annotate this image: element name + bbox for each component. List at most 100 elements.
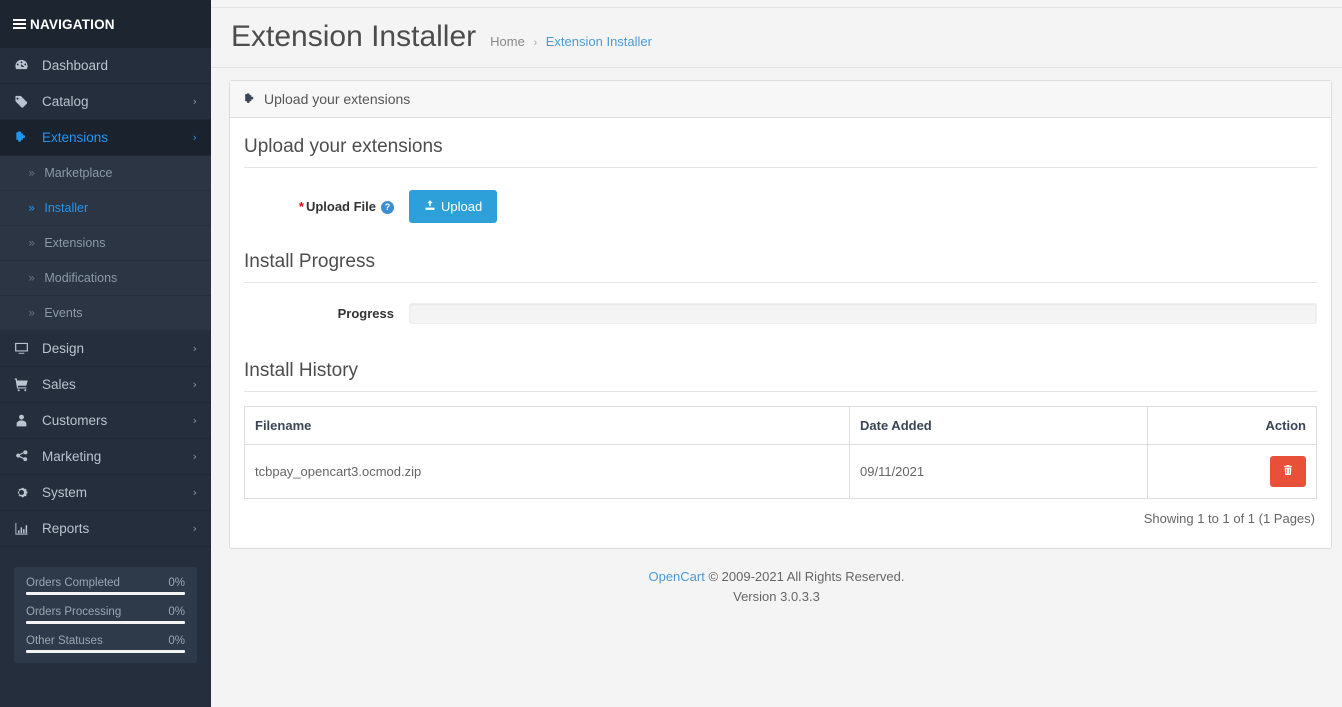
double-chevron-icon: » [28,271,36,285]
sidebar: NAVIGATION Dashboard Catalog › Extension… [0,0,211,707]
card-header-title: Upload your extensions [264,91,411,107]
sidebar-subitem-extensions[interactable]: » Extensions [0,226,211,261]
cell-filename: tcbpay_opencart3.ocmod.zip [244,444,850,499]
stat-bar-orders-processing [26,621,185,624]
upload-button[interactable]: Upload [409,190,498,223]
chevron-right-icon: › [192,95,197,108]
upload-icon [424,199,436,214]
table-row: tcbpay_opencart3.ocmod.zip 09/11/2021 [244,444,1317,499]
sidebar-item-sales[interactable]: Sales › [0,367,211,403]
install-progress-row: Progress [244,297,1317,328]
sidebar-item-extensions[interactable]: Extensions › [0,120,211,156]
card-body: Upload your extensions * Upload File? Upl… [230,118,1331,548]
breadcrumb-current[interactable]: Extension Installer [546,34,652,49]
chevron-right-icon: › [192,378,197,391]
main-content: Extension Installer Home › Extension Ins… [211,0,1342,707]
footer-copyright-line: OpenCart © 2009-2021 All Rights Reserved… [211,567,1342,587]
chart-bar-icon [14,521,34,536]
top-bar [211,0,1342,8]
install-history-table: Filename Date Added Action tcbpay_openca… [244,406,1317,499]
table-header-row: Filename Date Added Action [244,406,1317,445]
stat-bar-orders-completed [26,592,185,595]
sidebar-subitem-label: Events [44,306,83,320]
sidebar-item-label: Customers [42,413,108,428]
stat-label: Orders Processing [26,606,122,618]
extension-installer-card: Upload your extensions Upload your exten… [229,80,1332,549]
sidebar-item-label: System [42,485,88,500]
chevron-right-icon: › [192,450,197,463]
progress-section-legend: Install Progress [244,241,1317,283]
chevron-right-icon: › [192,486,197,499]
upload-section-legend: Upload your extensions [244,126,1317,168]
sidebar-subitem-events[interactable]: » Events [0,296,211,331]
delete-button[interactable] [1270,456,1306,487]
sidebar-item-label: Reports [42,521,90,536]
sidebar-item-label: Design [42,341,85,356]
puzzle-icon [243,92,257,106]
sidebar-subitem-label: Marketplace [44,166,113,180]
sidebar-item-label: Catalog [42,94,89,109]
sidebar-item-dashboard[interactable]: Dashboard [0,48,211,84]
footer-version: Version 3.0.3.3 [733,588,820,604]
chevron-right-icon: › [192,522,197,535]
card-header: Upload your extensions [230,81,1331,118]
stat-row-orders-completed: Orders Completed 0% [26,577,185,592]
trash-icon [1282,464,1294,479]
breadcrumb-home[interactable]: Home [490,34,525,49]
sidebar-subitem-installer[interactable]: » Installer [0,191,211,226]
stat-row-orders-processing: Orders Processing 0% [26,606,185,621]
footer-copyright: © 2009-2021 All Rights Reserved. [708,569,905,584]
breadcrumb-separator: › [533,37,538,49]
sidebar-subitem-marketplace[interactable]: » Marketplace [0,156,211,191]
progress-label: Progress [337,306,394,321]
sidebar-order-stats: Orders Completed 0% Orders Processing 0%… [14,567,197,663]
required-marker: * [298,199,304,214]
column-header-action: Action [1147,406,1317,445]
sidebar-item-marketing[interactable]: Marketing › [0,439,211,475]
tag-icon [14,94,34,109]
sidebar-subitem-label: Installer [44,201,89,215]
opencart-link[interactable]: OpenCart [648,569,704,584]
column-header-filename: Filename [244,406,850,445]
stat-row-other-statuses: Other Statuses 0% [26,635,185,650]
page-title: Extension Installer [231,20,477,53]
puzzle-icon [14,130,34,145]
stat-value: 0% [168,606,185,618]
chevron-right-icon: › [192,342,197,355]
stat-label: Orders Completed [26,577,120,589]
user-icon [14,413,34,428]
sidebar-item-design[interactable]: Design › [0,331,211,367]
double-chevron-icon: » [28,306,36,320]
cart-icon [14,377,34,392]
sidebar-subitem-modifications[interactable]: » Modifications [0,261,211,296]
sidebar-subitem-label: Modifications [44,271,118,285]
sidebar-item-label: Sales [42,377,76,392]
stat-value: 0% [168,577,185,589]
sidebar-subitem-label: Extensions [44,236,106,250]
sidebar-item-catalog[interactable]: Catalog › [0,84,211,120]
cell-date-added: 09/11/2021 [849,444,1148,499]
sidebar-item-label: Marketing [42,449,102,464]
sidebar-item-reports[interactable]: Reports › [0,511,211,547]
sidebar-item-label: Dashboard [42,58,109,73]
upload-button-label: Upload [441,199,483,214]
stat-bar-other-statuses [26,650,185,653]
navigation-header[interactable]: NAVIGATION [0,0,211,48]
page-header: Extension Installer Home › Extension Ins… [211,8,1342,68]
navigation-header-label: NAVIGATION [30,16,115,32]
hamburger-icon[interactable] [13,17,26,31]
sidebar-item-system[interactable]: System › [0,475,211,511]
history-section-legend: Install History [244,350,1317,392]
column-header-date-added: Date Added [849,406,1148,445]
progress-bar [409,303,1317,324]
sidebar-item-customers[interactable]: Customers › [0,403,211,439]
monitor-icon [14,341,34,356]
upload-file-label: * Upload File? [244,199,409,214]
help-icon[interactable]: ? [381,201,394,214]
stat-value: 0% [168,635,185,647]
dashboard-icon [14,58,34,73]
double-chevron-icon: » [28,201,36,215]
stat-label: Other Statuses [26,635,103,647]
upload-file-row: * Upload File? Upload [244,182,1317,229]
chevron-right-icon: › [192,414,197,427]
